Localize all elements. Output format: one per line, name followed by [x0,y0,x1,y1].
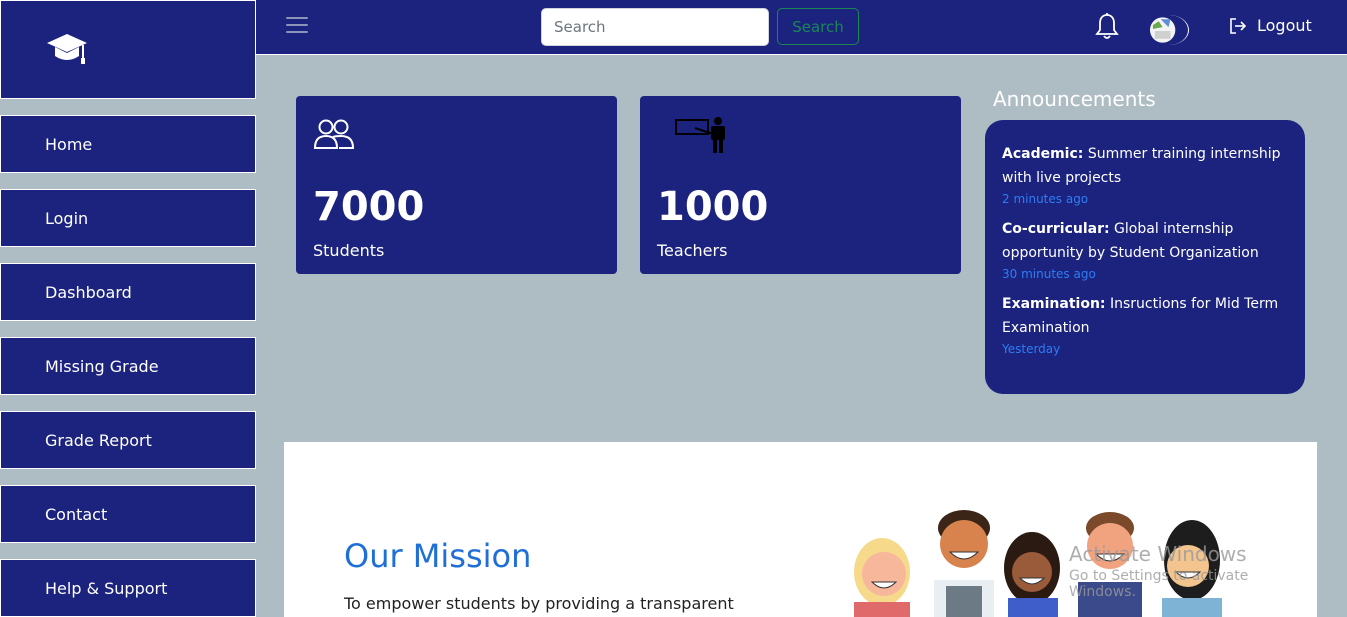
sidebar-item-label: Contact [45,504,108,524]
menu-toggle-icon[interactable] [286,17,308,35]
announcement-item[interactable]: Co-curricular: Global internship opportu… [1002,217,1289,283]
announcement-time: 2 minutes ago [1002,192,1089,206]
search-button[interactable]: Search [777,8,859,45]
teachers-card: 1000 Teachers [640,96,961,274]
logout-icon [1230,17,1247,34]
announcement-time: Yesterday [1002,342,1061,356]
watermark-subtitle: Go to Settings to activate Windows. [1069,568,1249,600]
users-icon [313,119,355,149]
logout-label: Logout [1257,16,1312,35]
sidebar-item-label: Dashboard [45,282,132,302]
sidebar-item-home[interactable]: Home [0,115,256,173]
watermark-title: Activate Windows [1069,542,1247,566]
announcements-panel: Academic: Summer training internship wit… [985,120,1305,394]
graduation-cap-icon [47,33,87,64]
sidebar-item-label: Login [45,208,89,228]
sidebar-item-contact[interactable]: Contact [0,485,256,543]
students-label: Students [313,241,385,260]
logout-button[interactable]: Logout [1229,16,1312,35]
sidebar-item-label: Grade Report [45,430,152,450]
teachers-label: Teachers [657,241,728,260]
sidebar-item-help-support[interactable]: Help & Support [0,559,256,617]
user-avatar[interactable] [1149,15,1189,45]
sidebar-item-label: Help & Support [45,578,168,598]
announcement-item[interactable]: Examination: Insructions for Mid Term Ex… [1002,292,1289,358]
students-count: 7000 [313,184,425,230]
teacher-icon [675,117,725,153]
sidebar-item-dashboard[interactable]: Dashboard [0,263,256,321]
sidebar-item-login[interactable]: Login [0,189,256,247]
announcements-title: Announcements [993,87,1156,111]
mission-title: Our Mission [344,537,532,575]
sidebar-item-label: Home [45,134,93,154]
activate-windows-watermark: Activate Windows Go to Settings to activ… [1069,542,1317,600]
mission-section: Our Mission To empower students by provi… [284,442,1317,617]
sidebar-item-missing-grade[interactable]: Missing Grade [0,337,256,395]
announcement-time: 30 minutes ago [1002,267,1096,281]
sidebar-item-grade-report[interactable]: Grade Report [0,411,256,469]
sidebar: Home Login Dashboard Missing Grade Grade… [0,0,256,617]
announcement-category: Academic: [1002,146,1084,162]
top-navbar: Search Logout [256,0,1347,55]
teachers-count: 1000 [657,184,769,230]
announcement-item[interactable]: Academic: Summer training internship wit… [1002,142,1289,208]
mission-text: To empower students by providing a trans… [344,594,734,613]
announcement-category: Co-curricular: [1002,221,1110,237]
bell-icon[interactable] [1095,12,1119,40]
sidebar-logo[interactable] [0,0,256,99]
announcement-category: Examination: [1002,296,1106,312]
students-card: 7000 Students [296,96,617,274]
search-input[interactable] [541,8,769,46]
sidebar-item-label: Missing Grade [45,356,159,376]
